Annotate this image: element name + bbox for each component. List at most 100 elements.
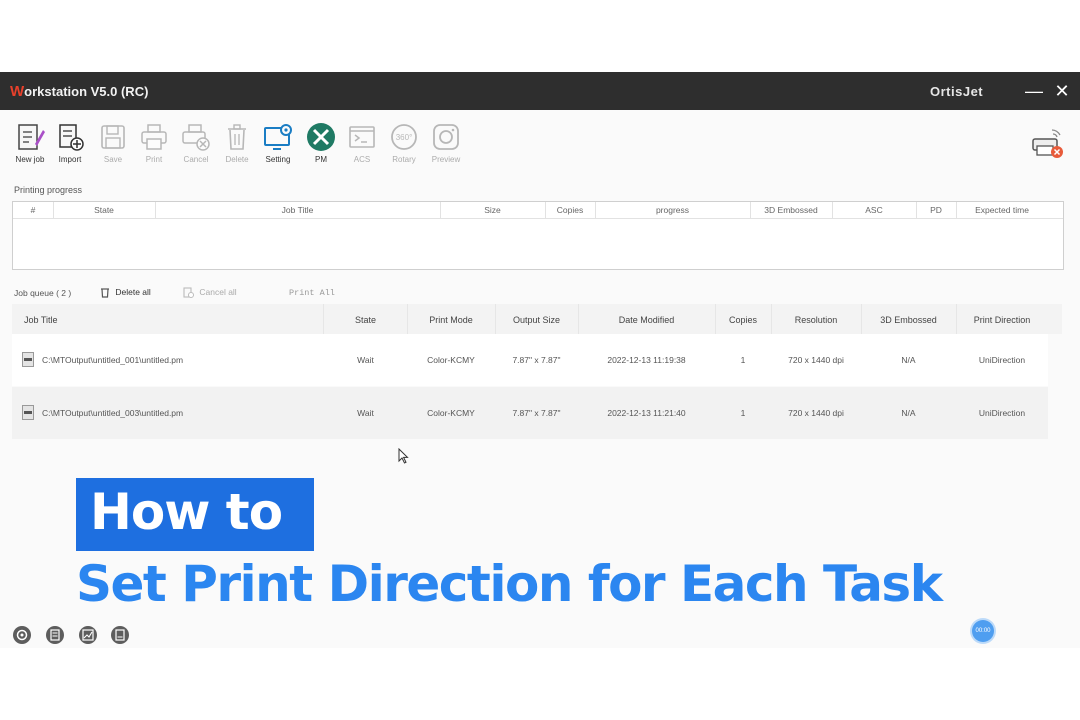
row-state: Wait [357, 355, 374, 365]
row-3d-embossed: N/A [901, 355, 916, 365]
col-size: Size [440, 202, 546, 218]
delete-all-label: Delete all [115, 287, 151, 297]
col-pd: PD [916, 202, 957, 218]
cancel-all-label: Cancel all [199, 287, 237, 297]
col-asc: ASC [832, 202, 917, 218]
col-expected-time: Expected time [975, 205, 1029, 215]
delete-button[interactable]: Delete [217, 122, 257, 172]
document-button[interactable] [111, 626, 129, 644]
chart-button[interactable] [79, 626, 97, 644]
col-resolution: Resolution [771, 304, 862, 334]
wrench-screwdriver-icon [307, 123, 335, 151]
pm-file-icon [22, 405, 34, 420]
monitor-gear-icon [264, 124, 292, 150]
setting-label: Setting [265, 155, 291, 164]
cancel-all-icon [183, 287, 194, 299]
job-queue-label: Job queue ( 2 ) [14, 288, 72, 298]
row-date-modified: 2022-12-13 11:21:40 [607, 408, 686, 418]
row-print-direction[interactable]: UniDirection [956, 334, 1048, 386]
printer-offline-icon [1032, 129, 1063, 158]
job-queue-header: Job Title State Print Mode Output Size D… [12, 304, 1062, 334]
print-icon [141, 124, 167, 150]
save-button[interactable]: Save [93, 122, 133, 172]
row-resolution: 720 x 1440 dpi [788, 355, 844, 365]
row-output-size: 7.87" x 7.87" [512, 408, 561, 418]
col-output-size: Output Size [495, 304, 579, 334]
timer-badge: 00:00 [972, 620, 994, 642]
printer-status-button[interactable] [1030, 126, 1066, 162]
print-label: Print [145, 155, 163, 164]
chart-icon [82, 629, 94, 641]
rotary-badge: 360° [396, 133, 413, 142]
col-3d-embossed: 3D Embossed [750, 202, 833, 218]
row-job-title: C:\MTOutput\untitled_003\untitled.pm [42, 408, 184, 418]
printing-progress-label: Printing progress [14, 185, 83, 195]
print-button[interactable]: Print [134, 122, 174, 172]
document-icon [115, 629, 125, 641]
col-progress: progress [595, 202, 751, 218]
col-date-modified: Date Modified [578, 304, 716, 334]
cancel-all-button[interactable]: Cancel all [183, 287, 237, 299]
acs-button[interactable]: ACS [342, 122, 382, 172]
preview-button[interactable]: Preview [426, 122, 466, 172]
row-print-mode: Color-KCMY [427, 408, 475, 418]
row-copies: 1 [740, 355, 746, 365]
calculator-icon [50, 629, 60, 641]
save-icon [101, 125, 125, 149]
col-job-title: Job Title [155, 202, 441, 218]
rotary-button[interactable]: 360° Rotary [384, 122, 424, 172]
close-button[interactable]: ✕ [1050, 79, 1074, 103]
app-title-text: orkstation V5.0 (RC) [24, 84, 149, 99]
row-output-size: 7.87" x 7.87" [512, 355, 561, 365]
col-copies: Copies [545, 202, 596, 218]
col-print-mode: Print Mode [407, 304, 496, 334]
toolbar: New job Import Save Print Cancel Delete … [0, 110, 1080, 172]
setting-button[interactable]: Setting [258, 122, 298, 172]
job-queue-bar: Job queue ( 2 ) Delete all Cancel all Pr… [12, 285, 1062, 303]
settings-gear-icon [16, 629, 28, 641]
import-label: Import [58, 155, 82, 164]
col-state: State [53, 202, 156, 218]
banner-line-2: Set Print Direction for Each Task [76, 555, 943, 613]
app-title: Workstation V5.0 (RC) [10, 83, 148, 100]
pm-label: PM [315, 155, 327, 164]
table-row[interactable]: C:\MTOutput\untitled_003\untitled.pm Wai… [12, 387, 1048, 439]
minimize-button[interactable]: — [1022, 79, 1046, 103]
cancel-print-button[interactable]: Cancel [176, 122, 216, 172]
save-label: Save [103, 155, 123, 164]
import-icon [59, 124, 84, 151]
row-job-title: C:\MTOutput\untitled_001\untitled.pm [42, 355, 184, 365]
row-print-direction[interactable]: UniDirection [956, 387, 1048, 439]
calculator-button[interactable] [46, 626, 64, 644]
row-resolution: 720 x 1440 dpi [788, 408, 844, 418]
col-state: State [324, 304, 408, 334]
delete-all-button[interactable]: Delete all [100, 287, 151, 298]
delete-label: Delete [225, 155, 249, 164]
col-job-title: Job Title [12, 304, 324, 334]
row-copies: 1 [740, 408, 746, 418]
rotary-label: Rotary [392, 155, 416, 164]
row-3d-embossed: N/A [901, 408, 916, 418]
new-job-icon [18, 124, 45, 150]
title-bar: Workstation V5.0 (RC) OrtisJet — ✕ [0, 72, 1080, 110]
app-title-initial: W [10, 83, 25, 100]
cancel-label: Cancel [183, 155, 209, 164]
cancel-print-icon [182, 124, 210, 151]
new-job-label: New job [15, 155, 45, 164]
col-copies: Copies [715, 304, 772, 334]
settings-gear-button[interactable] [13, 626, 31, 644]
trash-icon [228, 124, 246, 150]
print-all-button[interactable]: Print All [289, 288, 335, 298]
status-footer [0, 620, 1080, 648]
pm-file-icon [22, 352, 34, 367]
terminal-icon [349, 126, 375, 148]
table-row[interactable]: C:\MTOutput\untitled_001\untitled.pm Wai… [12, 334, 1048, 386]
preview-label: Preview [431, 155, 461, 164]
header-divider [13, 218, 1063, 219]
row-state: Wait [357, 408, 374, 418]
col-print-direction: Print Direction [973, 315, 1031, 325]
new-job-button[interactable]: New job [10, 122, 50, 172]
pm-button[interactable]: PM [301, 122, 341, 172]
banner-line-1: How to [90, 483, 283, 541]
import-button[interactable]: Import [50, 122, 90, 172]
